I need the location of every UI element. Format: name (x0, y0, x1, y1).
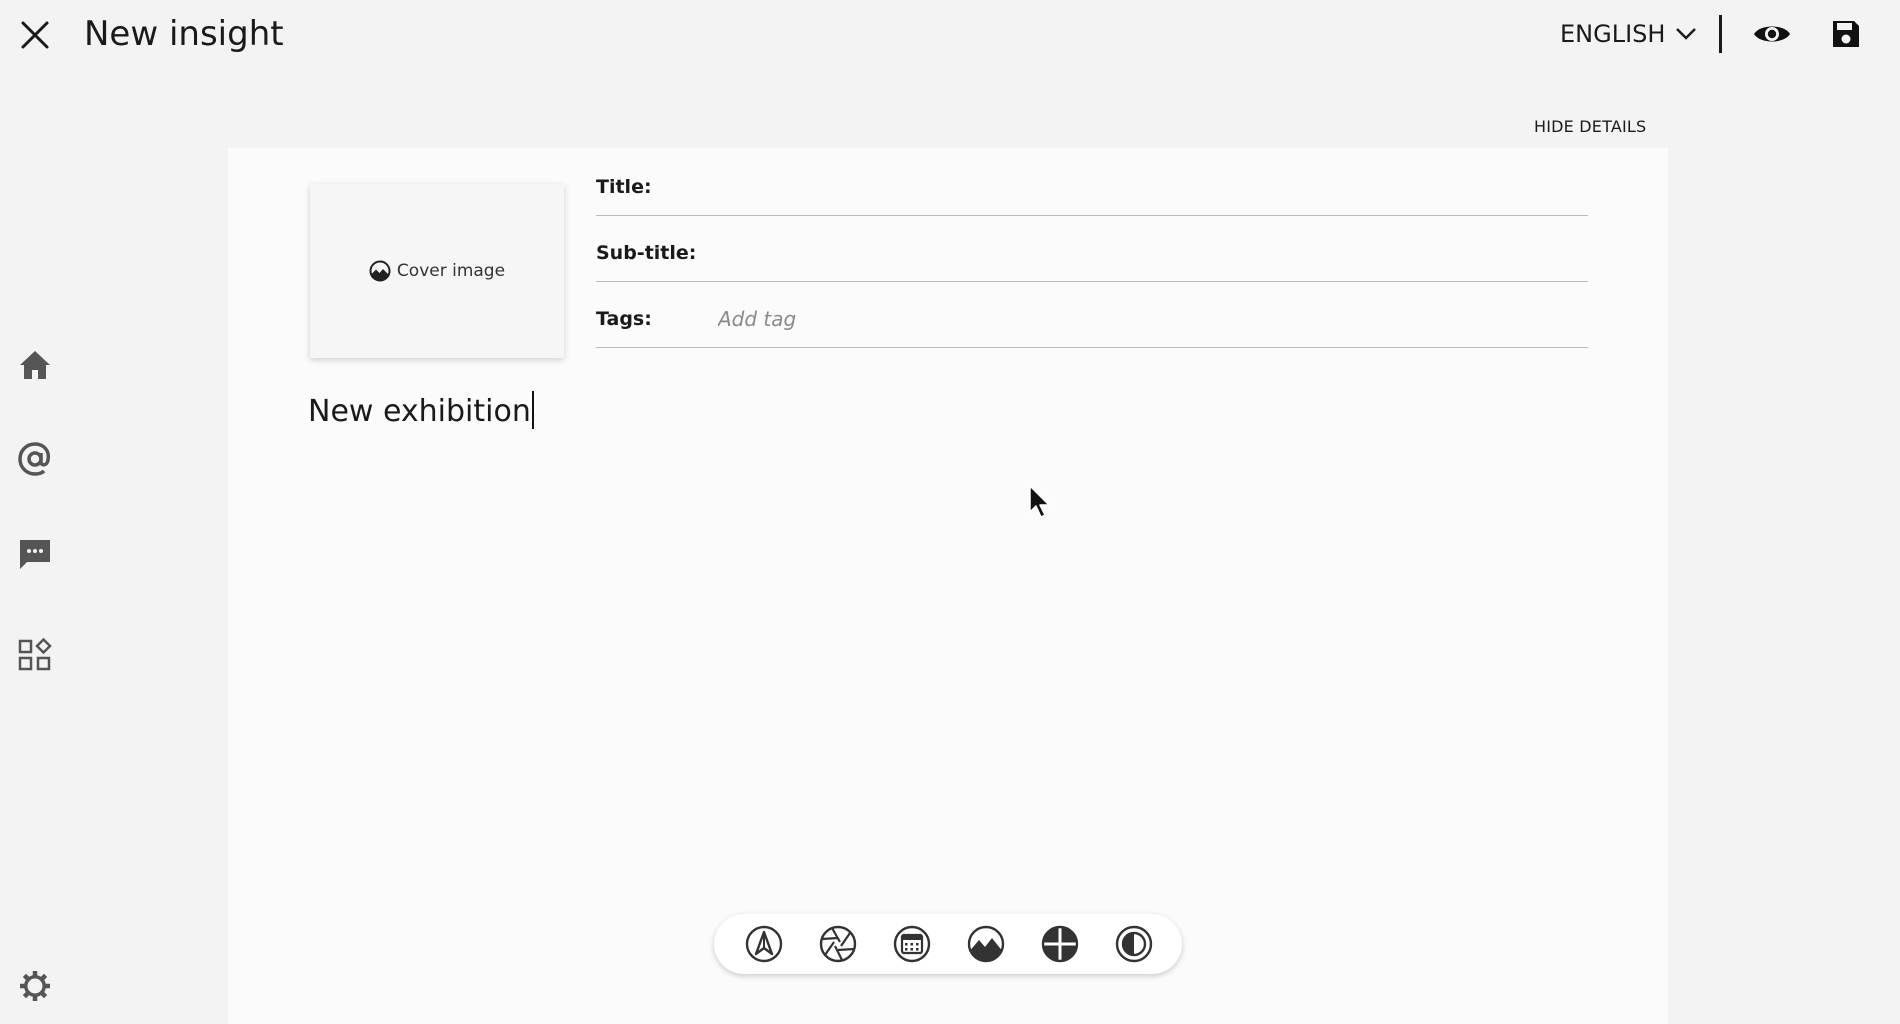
sidebar-item-messages[interactable] (14, 534, 56, 576)
insert-toolbar (714, 914, 1182, 974)
settings-button[interactable] (14, 965, 56, 1007)
subtitle-input[interactable] (716, 232, 1580, 274)
language-label: ENGLISH (1560, 20, 1666, 48)
editor-panel: Cover image Title: Sub-title: Tags: New … (228, 148, 1668, 1024)
sidebar-item-home[interactable] (14, 344, 56, 386)
image-tool-button[interactable] (966, 924, 1006, 964)
mouse-cursor (1029, 485, 1050, 518)
save-button[interactable] (1826, 14, 1866, 54)
title-field: Title: (596, 152, 1588, 216)
title-label: Title: (596, 176, 652, 198)
gear-icon (20, 971, 50, 1001)
tags-input[interactable] (716, 298, 1580, 340)
chat-bubble-icon (20, 540, 50, 569)
preview-button[interactable] (1752, 14, 1792, 54)
sidebar-item-mentions[interactable] (14, 438, 56, 480)
floppy-disk-icon (1833, 21, 1859, 47)
grid-quadrant-icon (1041, 925, 1079, 963)
title-input[interactable] (716, 166, 1580, 208)
cover-image-picker[interactable]: Cover image (310, 184, 564, 358)
tags-label: Tags: (596, 308, 652, 330)
page-title: New insight (84, 14, 284, 54)
at-sign-icon (18, 442, 51, 476)
app-window: New insight ENGLISH HIDE DETAILS Cover i… (0, 0, 1900, 1024)
pen-nib-icon (745, 925, 783, 963)
photo-tool-button[interactable] (818, 924, 858, 964)
sidebar (0, 70, 70, 1024)
top-bar: New insight ENGLISH (0, 0, 1900, 70)
close-icon (21, 21, 49, 49)
chevron-down-icon (1676, 28, 1697, 40)
apps-grid-icon (18, 638, 52, 671)
landscape-icon (369, 260, 391, 282)
tags-field: Tags: (596, 284, 1588, 348)
landscape-icon (967, 925, 1005, 963)
event-tool-button[interactable] (892, 924, 932, 964)
eye-icon (1754, 26, 1790, 42)
sidebar-item-apps[interactable] (14, 634, 56, 676)
language-select[interactable]: ENGLISH (1560, 14, 1697, 54)
home-icon (20, 351, 50, 379)
header-divider (1719, 15, 1722, 53)
hide-details-toggle[interactable]: HIDE DETAILS (1534, 117, 1646, 136)
cover-image-label: Cover image (396, 261, 506, 281)
contrast-icon (1115, 925, 1153, 963)
contrast-tool-button[interactable] (1114, 924, 1154, 964)
close-button[interactable] (14, 14, 56, 56)
calendar-icon (893, 925, 931, 963)
body-editor[interactable]: New exhibition (308, 390, 534, 434)
text-tool-button[interactable] (744, 924, 784, 964)
aperture-icon (819, 925, 857, 963)
subtitle-field: Sub-title: (596, 218, 1588, 282)
layout-tool-button[interactable] (1040, 924, 1080, 964)
subtitle-label: Sub-title: (596, 242, 697, 264)
body-text: New exhibition (308, 394, 531, 429)
text-caret (531, 391, 534, 429)
